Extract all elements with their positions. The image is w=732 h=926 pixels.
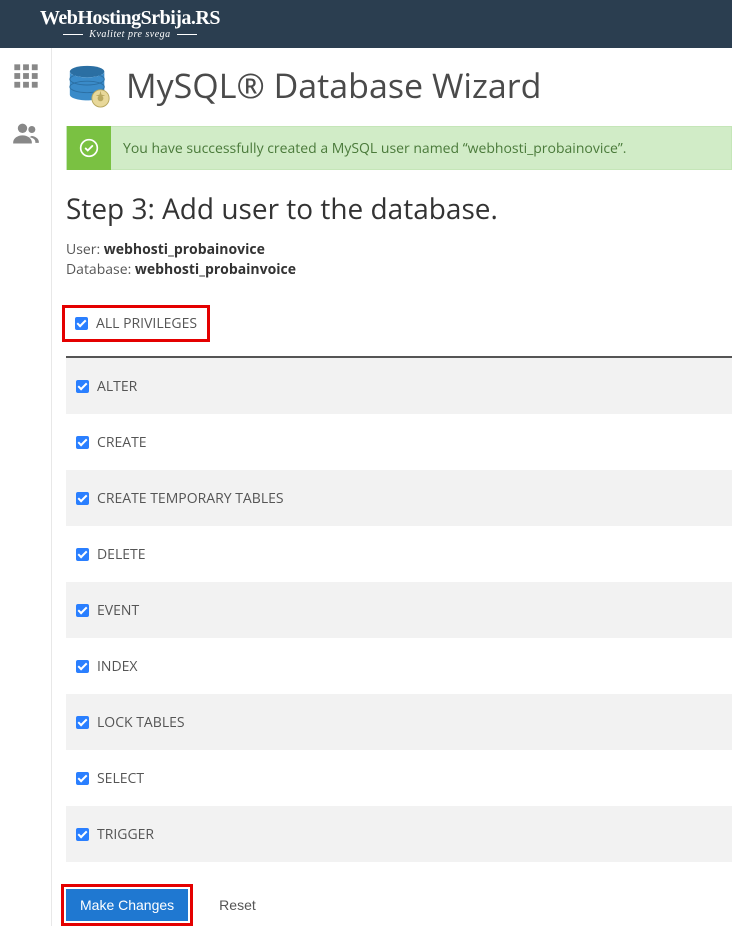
privilege-checkbox[interactable]: [76, 828, 89, 841]
privilege-checkbox[interactable]: [76, 492, 89, 505]
privilege-label: LOCK TABLES: [97, 713, 185, 732]
privilege-label: SELECT: [97, 769, 144, 788]
all-privileges-label: ALL PRIVILEGES: [96, 314, 197, 333]
all-privileges-row: ALL PRIVILEGES: [62, 305, 210, 342]
user-label: User:: [66, 240, 104, 259]
user-name: webhosti_probainovice: [104, 240, 265, 259]
logo-main-text: WebHostingSrbija.RS: [40, 8, 220, 28]
grid-apps-icon[interactable]: [12, 62, 40, 95]
privilege-label: ALTER: [97, 377, 137, 396]
privilege-checkbox[interactable]: [76, 604, 89, 617]
privilege-checkbox[interactable]: [76, 548, 89, 561]
logo-tagline: Kvalitet pre svega: [40, 30, 220, 40]
privilege-label: DELETE: [97, 545, 146, 564]
privilege-checkbox[interactable]: [76, 436, 89, 449]
page-title: MySQL® Database Wizard: [126, 62, 541, 108]
privilege-row: ALTER: [66, 358, 732, 414]
button-row: Make Changes Reset: [66, 884, 732, 926]
user-db-info: User: webhosti_probainovice Database: we…: [66, 240, 732, 279]
privilege-label: CREATE: [97, 433, 147, 452]
privilege-checkbox[interactable]: [76, 380, 89, 393]
users-icon[interactable]: [12, 119, 40, 152]
privilege-row: LOCK TABLES: [66, 694, 732, 750]
topbar: WebHostingSrbija.RS Kvalitet pre svega: [0, 0, 732, 48]
sidebar: [0, 48, 52, 926]
step-title: Step 3: Add user to the database.: [66, 190, 732, 228]
privilege-label: CREATE TEMPORARY TABLES: [97, 489, 284, 508]
reset-button[interactable]: Reset: [209, 889, 266, 921]
privilege-row: SELECT: [66, 750, 732, 806]
privilege-label: INDEX: [97, 657, 137, 676]
all-privileges-checkbox[interactable]: [75, 317, 88, 330]
make-changes-button[interactable]: Make Changes: [66, 889, 188, 921]
privilege-row: EVENT: [66, 582, 732, 638]
privilege-checkbox[interactable]: [76, 716, 89, 729]
database-wizard-icon: [66, 62, 112, 108]
privilege-row: CREATE: [66, 414, 732, 470]
database-label: Database:: [66, 260, 135, 279]
success-alert: You have successfully created a MySQL us…: [66, 126, 732, 170]
alert-text: You have successfully created a MySQL us…: [111, 139, 626, 158]
privilege-row: INDEX: [66, 638, 732, 694]
privileges-table: ALTER CREATE CREATE TEMPORARY TABLES DELETE…: [66, 356, 732, 862]
privilege-row: TRIGGER: [66, 806, 732, 862]
make-changes-highlight: Make Changes: [61, 884, 193, 926]
main-content: MySQL® Database Wizard You have successf…: [52, 48, 732, 926]
privilege-label: EVENT: [97, 601, 139, 620]
privilege-checkbox[interactable]: [76, 772, 89, 785]
privilege-row: DELETE: [66, 526, 732, 582]
privilege-checkbox[interactable]: [76, 660, 89, 673]
page-header: MySQL® Database Wizard: [66, 62, 732, 108]
database-name: webhosti_probainvoice: [135, 260, 296, 279]
brand-logo[interactable]: WebHostingSrbija.RS Kvalitet pre svega: [40, 8, 220, 40]
success-check-icon: [67, 126, 111, 170]
privilege-label: TRIGGER: [97, 825, 154, 844]
privilege-row: CREATE TEMPORARY TABLES: [66, 470, 732, 526]
